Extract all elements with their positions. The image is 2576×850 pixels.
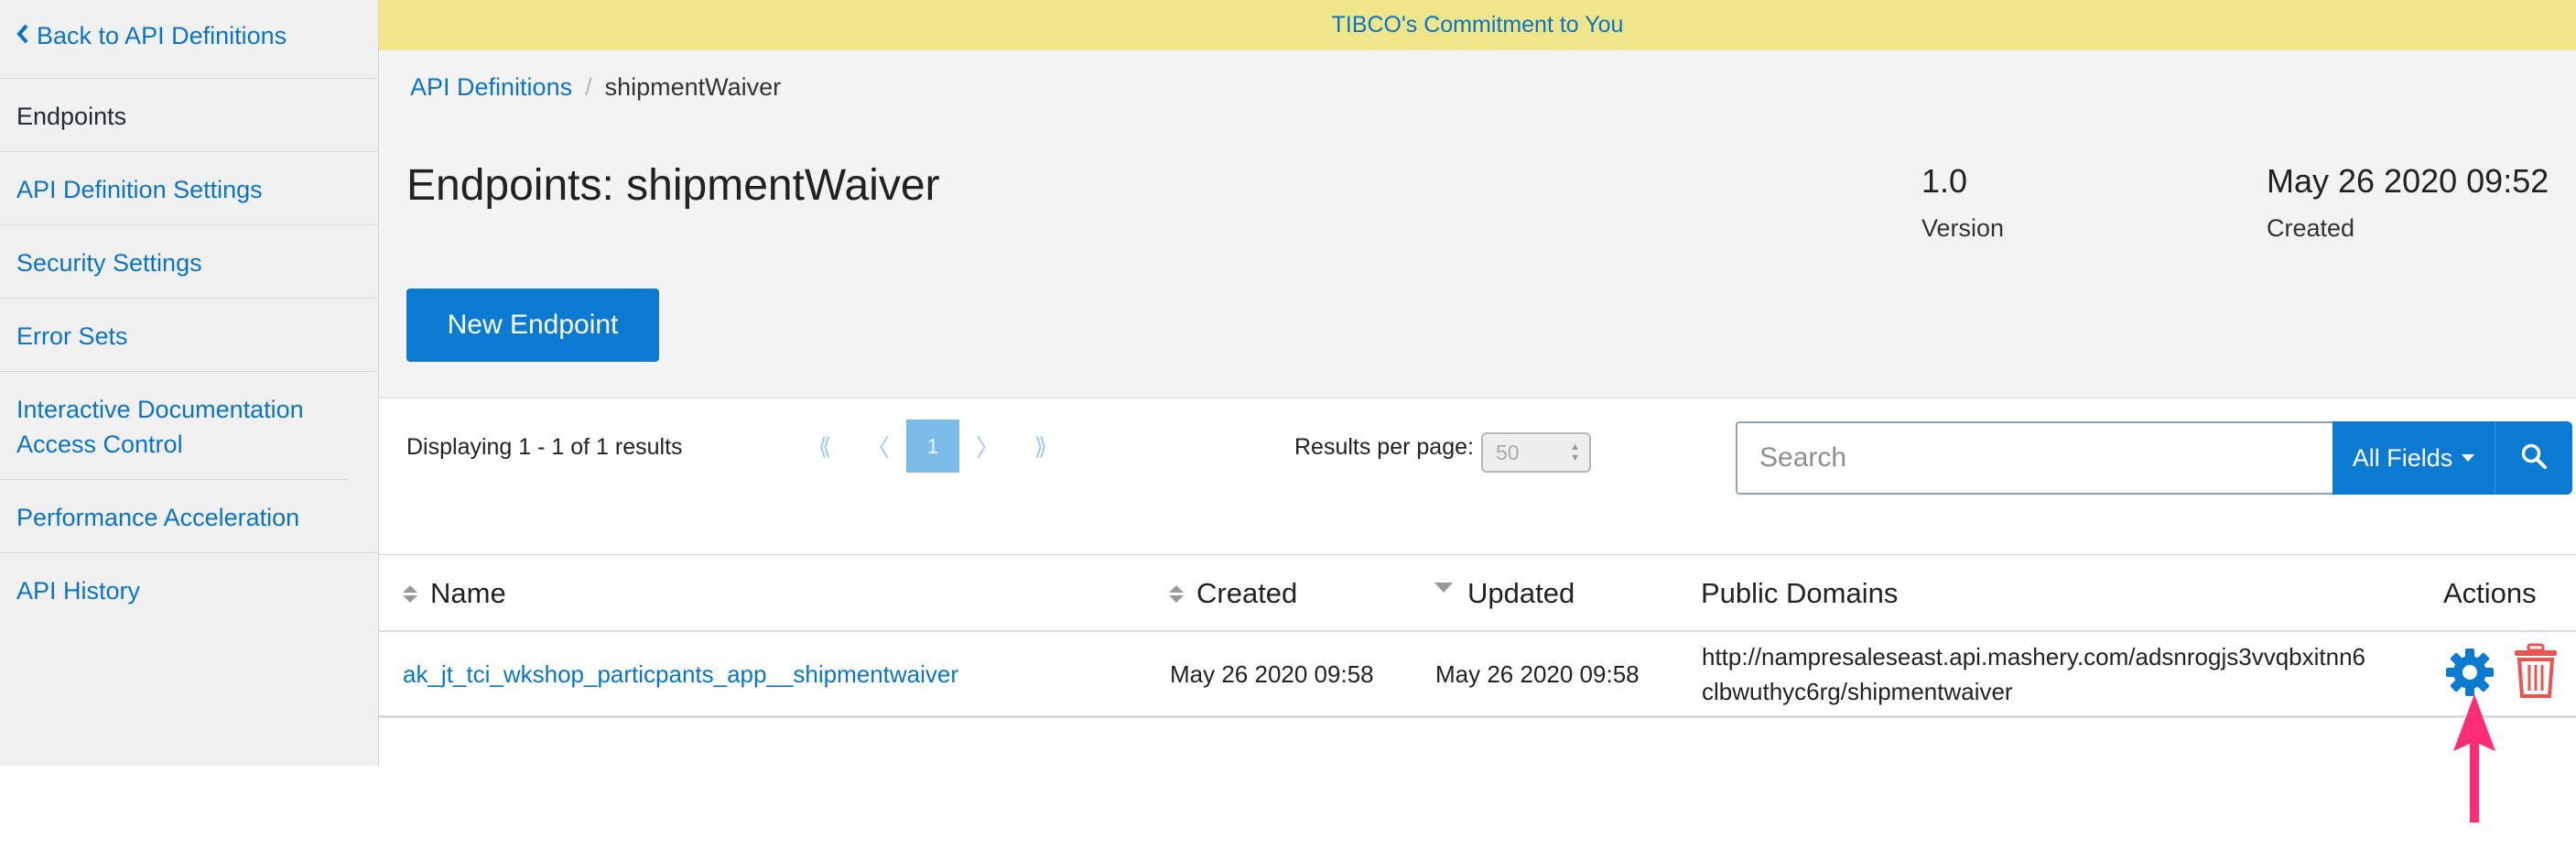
row-updated: May 26 2020 09:58: [1435, 660, 1640, 688]
chevron-left-icon: [16, 18, 29, 53]
column-name[interactable]: Name: [403, 575, 506, 612]
created-label: Created: [2267, 214, 2355, 242]
version-meta: 1.0 Version: [1921, 160, 2004, 245]
page-header: API Definitions / shipmentWaiver Endpoints…: [379, 50, 2576, 398]
results-summary: Displaying 1 - 1 of 1 results: [406, 434, 683, 460]
trash-icon[interactable]: [2512, 643, 2560, 700]
results-per-page-select[interactable]: 50 ▲ ▼: [1481, 432, 1591, 473]
sidebar: Back to API Definitions Endpoints API De…: [0, 0, 379, 766]
all-fields-label: All Fields: [2352, 443, 2453, 472]
gear-icon[interactable]: [2442, 645, 2497, 700]
domain-line-1: http://nampresaleseast.api.mashery.com/a…: [1702, 643, 2366, 670]
sidebar-item-error-sets[interactable]: Error Sets: [0, 299, 378, 372]
column-name-label: Name: [430, 577, 506, 609]
breadcrumb: API Definitions / shipmentWaiver: [410, 69, 781, 105]
next-page-button[interactable]: 〉: [961, 420, 1014, 473]
column-updated-label: Updated: [1467, 577, 1575, 609]
page-title: Endpoints: shipmentWaiver: [406, 161, 940, 210]
commitment-banner[interactable]: TIBCO's Commitment to You: [379, 0, 2576, 50]
caret-down-icon: [2462, 454, 2475, 462]
version-label: Version: [1921, 214, 2005, 242]
column-actions: Actions: [2443, 575, 2537, 612]
sidebar-item-api-history[interactable]: API History: [0, 553, 378, 627]
endpoints-table: Name Created Updated Public Domains Acti…: [379, 555, 2576, 718]
version-value: 1.0: [1921, 162, 1968, 200]
all-fields-dropdown[interactable]: All Fields: [2332, 421, 2495, 495]
pagination: ⟪ 〈 1 〉 ⟫: [798, 420, 1067, 473]
sidebar-item-security-settings[interactable]: Security Settings: [0, 225, 378, 299]
created-meta: May 26 2020 09:52 Created: [2267, 160, 2549, 245]
breadcrumb-current: shipmentWaiver: [604, 73, 782, 101]
back-to-api-definitions-link[interactable]: Back to API Definitions: [0, 0, 378, 79]
stepper-arrows-icon: ▲ ▼: [1570, 441, 1580, 463]
main-content: TIBCO's Commitment to You API Definition…: [379, 0, 2576, 850]
new-endpoint-button[interactable]: New Endpoint: [406, 289, 659, 362]
current-page[interactable]: 1: [906, 420, 959, 473]
search-button[interactable]: [2495, 421, 2572, 495]
domain-line-2: clbwuthyc6rg/shipmentwaiver: [1702, 678, 2013, 705]
breadcrumb-separator: /: [585, 73, 592, 101]
table-row: ak_jt_tci_wkshop_particpants_app__shipme…: [379, 632, 2576, 718]
breadcrumb-api-definitions[interactable]: API Definitions: [410, 73, 572, 101]
column-updated[interactable]: Updated: [1434, 575, 1575, 612]
first-page-button[interactable]: ⟪: [798, 420, 851, 473]
sort-icon: [1169, 584, 1184, 603]
search-icon: [2520, 442, 2548, 474]
results-per-page-value: 50: [1496, 441, 1520, 464]
banner-link[interactable]: TIBCO's Commitment to You: [1332, 12, 1624, 38]
column-created-label: Created: [1196, 577, 1298, 609]
back-label: Back to API Definitions: [37, 22, 287, 49]
last-page-button[interactable]: ⟫: [1014, 420, 1067, 473]
results-per-page-label: Results per page:: [1294, 434, 1474, 460]
sidebar-item-performance-acceleration[interactable]: Performance Acceleration: [0, 480, 378, 553]
sidebar-item-interactive-documentation[interactable]: Interactive Documentation Access Control: [0, 372, 348, 480]
column-actions-label: Actions: [2443, 577, 2537, 609]
row-created: May 26 2020 09:58: [1170, 660, 1374, 688]
sidebar-item-api-definition-settings[interactable]: API Definition Settings: [0, 152, 378, 225]
pointer-arrow-icon: [2452, 694, 2497, 823]
prev-page-button[interactable]: 〈: [851, 420, 904, 473]
sort-desc-icon: [1434, 582, 1453, 593]
column-domains-label: Public Domains: [1701, 577, 1899, 609]
column-public-domains: Public Domains: [1701, 575, 1898, 612]
search-input[interactable]: [1736, 421, 2332, 495]
row-public-domain: http://nampresaleseast.api.mashery.com/a…: [1702, 639, 2365, 709]
results-toolbar: Displaying 1 - 1 of 1 results ⟪ 〈 1 〉 ⟫ …: [379, 399, 2576, 555]
table-header: Name Created Updated Public Domains Acti…: [379, 555, 2576, 632]
sort-icon: [403, 584, 417, 603]
sidebar-item-endpoints[interactable]: Endpoints: [0, 79, 378, 152]
created-value: May 26 2020 09:52: [2267, 162, 2549, 200]
endpoint-name-link[interactable]: ak_jt_tci_wkshop_particpants_app__shipme…: [403, 657, 958, 692]
column-created[interactable]: Created: [1169, 575, 1297, 612]
